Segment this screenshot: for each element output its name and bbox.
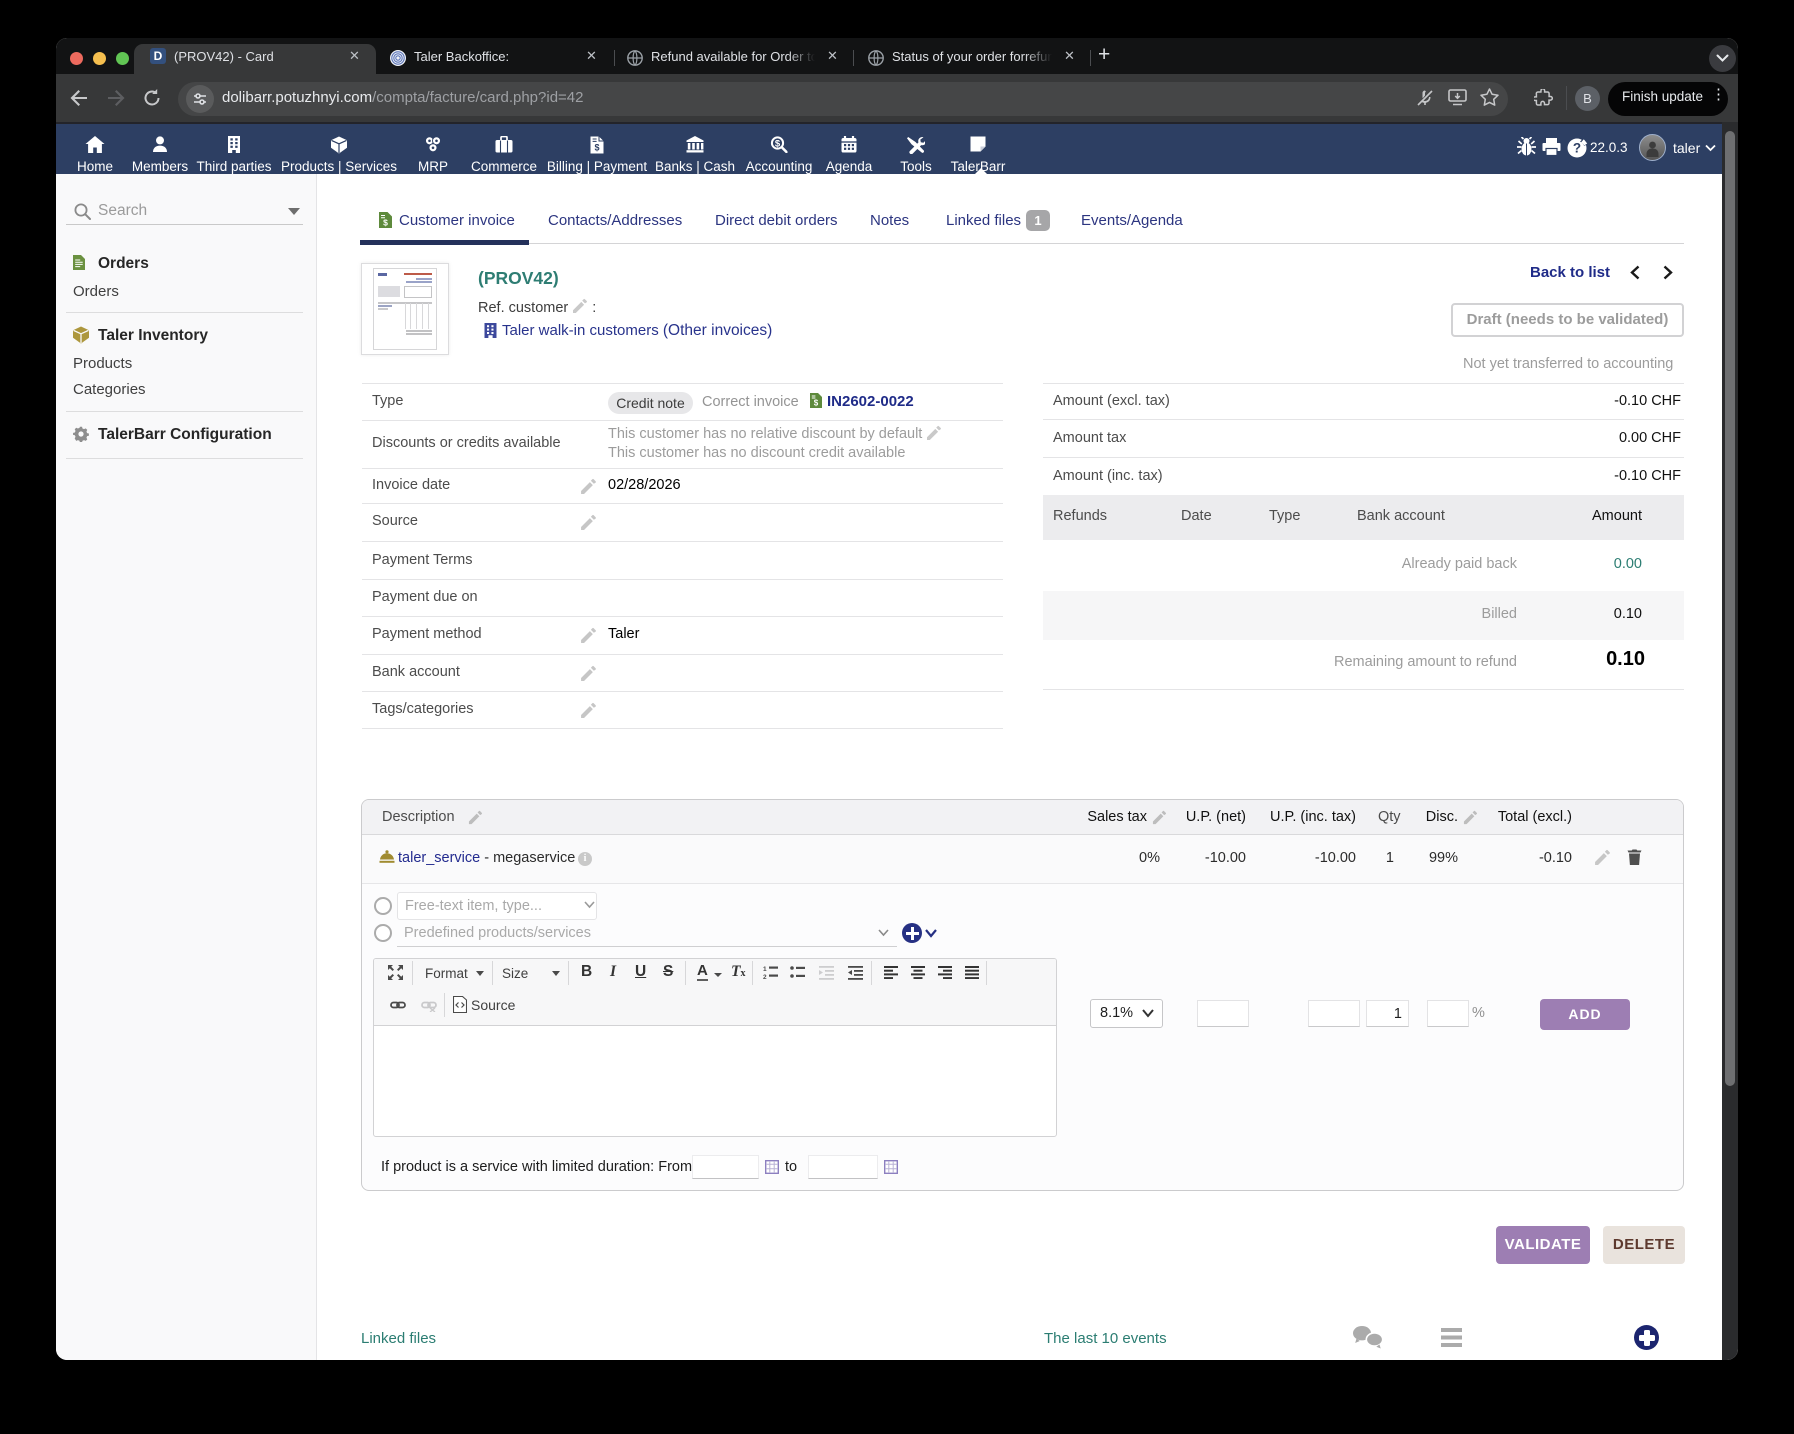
svg-text:$: $ (594, 143, 599, 153)
svg-text:1: 1 (763, 966, 767, 973)
svg-text:$: $ (775, 138, 781, 149)
svg-text:?: ? (1573, 141, 1581, 156)
svg-text:$: $ (383, 218, 388, 228)
svg-text:$: $ (814, 399, 819, 408)
svg-text:2: 2 (763, 974, 767, 980)
